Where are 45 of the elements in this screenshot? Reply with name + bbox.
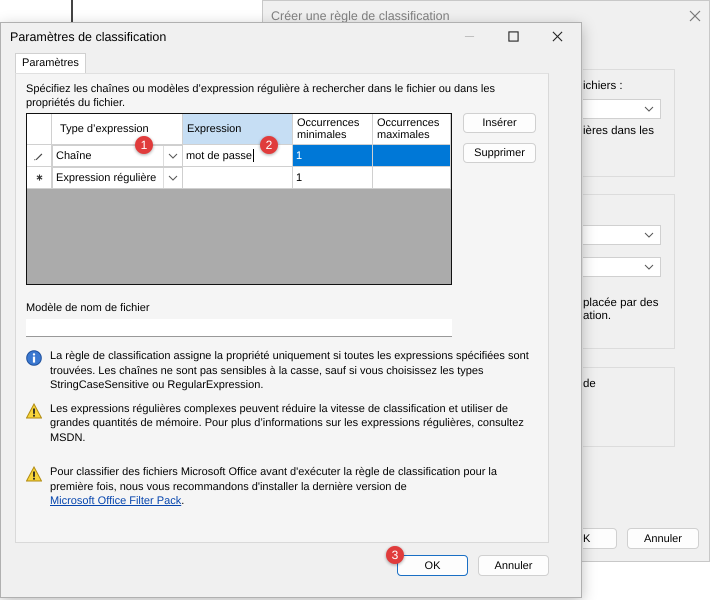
- dialog-button[interactable]: K: [583, 528, 617, 549]
- label-text: ichiers :: [583, 80, 624, 93]
- close-icon[interactable]: [552, 31, 563, 42]
- grid-button[interactable]: Insérer: [463, 113, 536, 133]
- maximize-icon[interactable]: [508, 31, 519, 42]
- label-text: ation.: [583, 310, 612, 323]
- expression-cell[interactable]: [183, 167, 293, 189]
- table-cell: 1: [293, 145, 373, 167]
- note-text: Pour classifier des fichiers Microsoft Office avant d'exécuter la règle de classification pour la première fois, nous vous recommandons d'installer la dernière version de Microsoft Office Filter Pack.: [50, 465, 498, 508]
- step-badge: 3: [386, 546, 404, 564]
- field-label: Modèle de nom de fichier: [26, 302, 151, 314]
- chevron-icon: [644, 264, 654, 270]
- link[interactable]: Microsoft Office Filter Pack: [50, 495, 182, 507]
- description-text: Spécifiez les chaînes ou modèles d’expression régulière à rechercher dans le fichier ou dans les propriétés du fichier.: [26, 82, 496, 110]
- label-text: placée par des: [583, 297, 660, 310]
- input-field[interactable]: [26, 319, 452, 337]
- label-text: de: [583, 378, 597, 391]
- label-text: ières dans les: [583, 125, 655, 138]
- asterisk-icon: [36, 174, 42, 181]
- dropdown[interactable]: [583, 225, 661, 245]
- window-title: Paramètres de classification: [10, 30, 166, 44]
- chevron-icon: [168, 175, 178, 181]
- chevron-icon: [644, 232, 654, 238]
- pencil-icon: [34, 150, 44, 160]
- tab[interactable]: Paramètres: [15, 53, 86, 73]
- dropdown[interactable]: [583, 257, 661, 277]
- corner-cell: [27, 114, 52, 145]
- row-header[interactable]: [27, 167, 52, 189]
- dropdown[interactable]: [583, 99, 661, 119]
- table-cell: 1: [293, 167, 373, 189]
- warning-icon: [26, 402, 42, 418]
- window-title: Créer une règle de classification: [271, 9, 450, 23]
- warning-icon: [26, 466, 42, 482]
- type-dropdown[interactable]: Expression régulière: [52, 167, 183, 189]
- column-header[interactable]: Occurrences maximales: [373, 114, 451, 145]
- note-text: Les expressions régulières complexes peuvent réduire la vitesse de classification et utiliser de grandes quantités de mémoire. Pour plus d’informations sur les expressions régulières, consultez MSDN.: [50, 402, 525, 445]
- column-header[interactable]: Occurrences minimales: [293, 114, 373, 145]
- grid-button[interactable]: Supprimer: [463, 143, 536, 163]
- chevron-icon: [168, 153, 178, 159]
- dialog-button[interactable]: OK: [397, 555, 468, 576]
- dialog-button[interactable]: Annuler: [627, 528, 699, 549]
- info-icon: [26, 350, 42, 366]
- note-text: La règle de classification assigne la propriété uniquement si toutes les expressions spécifiées sont trouvées. Les chaînes ne sont pas sensibles à la casse, sauf si vous choisissez les types StringCaseSensitive ou RegularExpression.: [50, 349, 530, 392]
- chevron-icon: [644, 106, 654, 112]
- dialog-button[interactable]: Annuler: [478, 555, 549, 576]
